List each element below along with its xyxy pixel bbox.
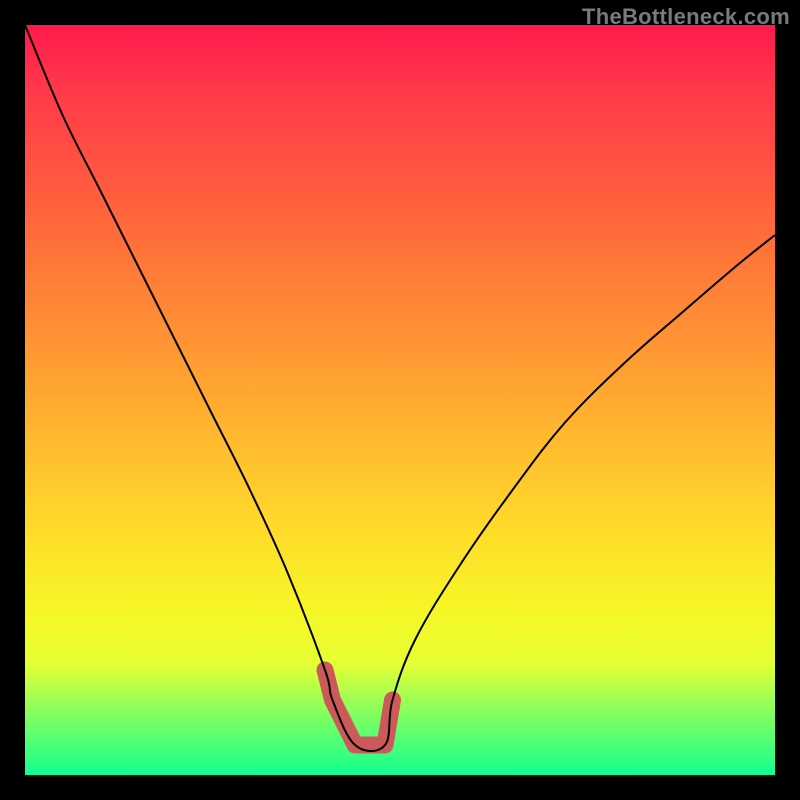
watermark-label: TheBottleneck.com: [582, 4, 790, 30]
bottleneck-curve-line: [25, 25, 775, 751]
curve-layer: [25, 25, 775, 775]
plot-area: [25, 25, 775, 775]
bottleneck-chart: TheBottleneck.com: [0, 0, 800, 800]
